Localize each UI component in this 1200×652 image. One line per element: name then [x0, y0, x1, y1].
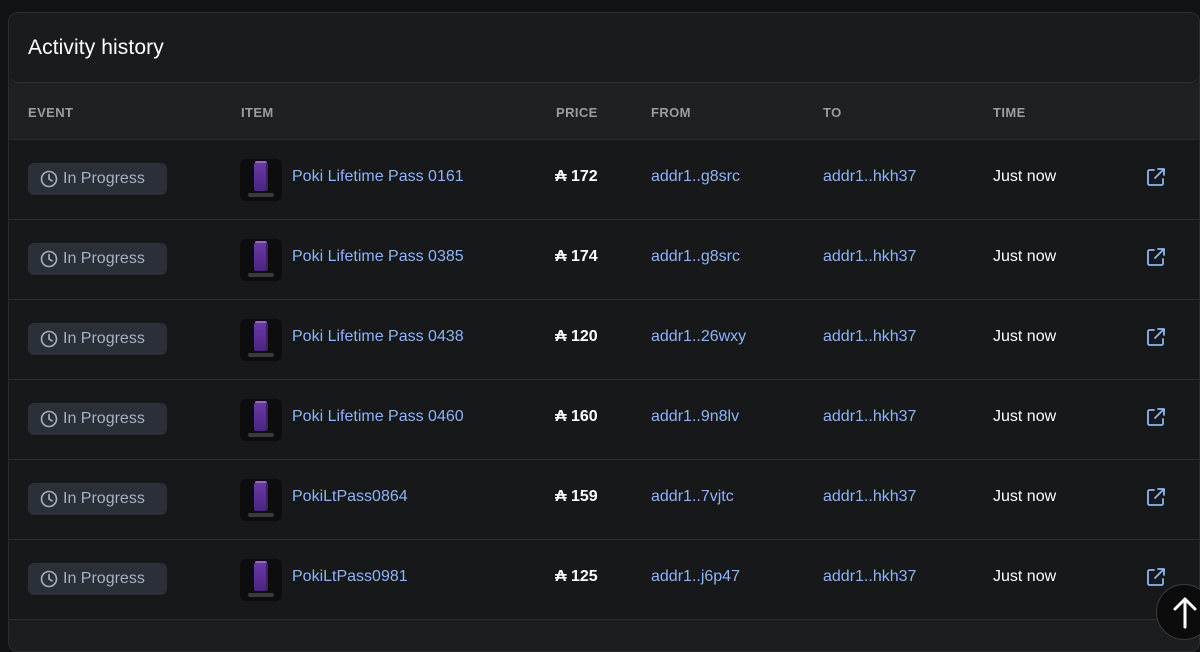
- to-address-link[interactable]: addr1..hkh37: [823, 488, 916, 506]
- table-row: In Progress Poki Lifetime Pass 0385 ₳ 17…: [9, 220, 1199, 300]
- item-thumbnail[interactable]: [240, 559, 282, 601]
- price-value: ₳ 159: [555, 488, 598, 505]
- time-value: Just now: [993, 488, 1057, 505]
- item-link[interactable]: Poki Lifetime Pass 0460: [292, 408, 464, 426]
- event-label: In Progress: [63, 570, 145, 587]
- time-value: Just now: [993, 328, 1057, 345]
- item-thumbnail[interactable]: [240, 479, 282, 521]
- time-value: Just now: [993, 568, 1057, 585]
- event-label: In Progress: [63, 170, 145, 187]
- price-value: ₳ 125: [555, 568, 598, 585]
- from-address-link[interactable]: addr1..j6p47: [651, 568, 740, 586]
- event-badge: In Progress: [28, 243, 167, 275]
- time-value: Just now: [993, 408, 1057, 425]
- event-badge: In Progress: [28, 323, 167, 355]
- column-header-event: EVENT: [28, 105, 74, 120]
- item-link[interactable]: Poki Lifetime Pass 0161: [292, 168, 464, 186]
- time-value: Just now: [993, 248, 1057, 265]
- external-link-icon[interactable]: [1145, 166, 1167, 188]
- table-row: In Progress PokiLtPass0864 ₳ 159 addr1..…: [9, 460, 1199, 540]
- activity-history-panel: Activity history EVENT ITEM PRICE FROM T…: [8, 12, 1200, 652]
- clock-icon: [40, 330, 58, 348]
- column-header-item: ITEM: [241, 105, 274, 120]
- table-row: In Progress Poki Lifetime Pass 0161 ₳ 17…: [9, 140, 1199, 220]
- column-header-to: TO: [823, 105, 842, 120]
- from-address-link[interactable]: addr1..7vjtc: [651, 488, 734, 506]
- clock-icon: [40, 410, 58, 428]
- item-link[interactable]: PokiLtPass0981: [292, 568, 408, 586]
- external-link-icon[interactable]: [1145, 406, 1167, 428]
- panel-title: Activity history: [28, 35, 164, 59]
- event-badge: In Progress: [28, 483, 167, 515]
- column-header-time: TIME: [993, 105, 1026, 120]
- external-link-icon[interactable]: [1145, 566, 1167, 588]
- from-address-link[interactable]: addr1..g8src: [651, 248, 740, 266]
- to-address-link[interactable]: addr1..hkh37: [823, 408, 916, 426]
- panel-header: Activity history: [9, 13, 1199, 83]
- item-link[interactable]: Poki Lifetime Pass 0385: [292, 248, 464, 266]
- event-label: In Progress: [63, 250, 145, 267]
- table-header: EVENT ITEM PRICE FROM TO TIME: [9, 83, 1199, 140]
- price-value: ₳ 172: [555, 168, 598, 185]
- price-value: ₳ 120: [555, 328, 598, 345]
- event-badge: In Progress: [28, 163, 167, 195]
- to-address-link[interactable]: addr1..hkh37: [823, 568, 916, 586]
- table-row: In Progress Poki Lifetime Pass 0438 ₳ 12…: [9, 300, 1199, 380]
- to-address-link[interactable]: addr1..hkh37: [823, 248, 916, 266]
- price-value: ₳ 174: [555, 248, 598, 265]
- clock-icon: [40, 170, 58, 188]
- item-thumbnail[interactable]: [240, 159, 282, 201]
- item-thumbnail[interactable]: [240, 399, 282, 441]
- item-link[interactable]: PokiLtPass0864: [292, 488, 408, 506]
- to-address-link[interactable]: addr1..hkh37: [823, 328, 916, 346]
- column-header-from: FROM: [651, 105, 691, 120]
- clock-icon: [40, 490, 58, 508]
- item-link[interactable]: Poki Lifetime Pass 0438: [292, 328, 464, 346]
- arrow-up-icon: [1173, 597, 1197, 629]
- event-badge: In Progress: [28, 563, 167, 595]
- external-link-icon[interactable]: [1145, 486, 1167, 508]
- event-label: In Progress: [63, 410, 145, 427]
- to-address-link[interactable]: addr1..hkh37: [823, 168, 916, 186]
- external-link-icon[interactable]: [1145, 246, 1167, 268]
- table-row: In Progress PokiLtPass0981 ₳ 125 addr1..…: [9, 540, 1199, 620]
- item-thumbnail[interactable]: [240, 239, 282, 281]
- event-label: In Progress: [63, 490, 145, 507]
- table-row: In Progress Poki Lifetime Pass 0460 ₳ 16…: [9, 380, 1199, 460]
- item-thumbnail[interactable]: [240, 319, 282, 361]
- from-address-link[interactable]: addr1..9n8lv: [651, 408, 739, 426]
- clock-icon: [40, 250, 58, 268]
- from-address-link[interactable]: addr1..26wxy: [651, 328, 746, 346]
- column-header-price: PRICE: [556, 105, 598, 120]
- from-address-link[interactable]: addr1..g8src: [651, 168, 740, 186]
- price-value: ₳ 160: [555, 408, 598, 425]
- clock-icon: [40, 570, 58, 588]
- time-value: Just now: [993, 168, 1057, 185]
- event-badge: In Progress: [28, 403, 167, 435]
- external-link-icon[interactable]: [1145, 326, 1167, 348]
- event-label: In Progress: [63, 330, 145, 347]
